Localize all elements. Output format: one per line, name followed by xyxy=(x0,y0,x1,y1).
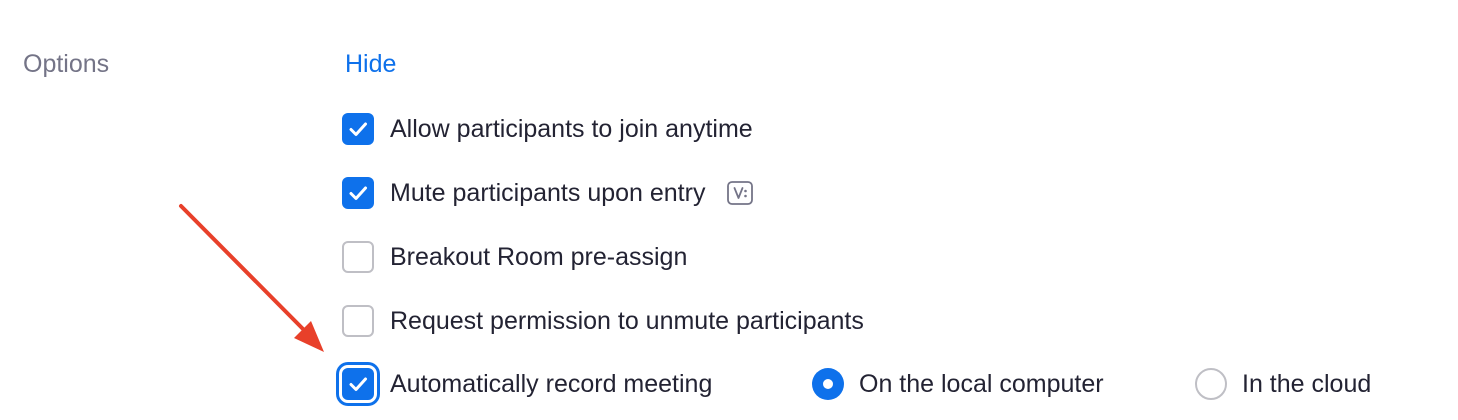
allow-join-anytime-label: Allow participants to join anytime xyxy=(390,115,753,143)
option-mute-upon-entry[interactable]: Mute participants upon entry xyxy=(342,176,754,210)
breakout-pre-assign-label: Breakout Room pre-assign xyxy=(390,243,688,271)
option-request-unmute-permission[interactable]: Request permission to unmute participant… xyxy=(342,304,864,338)
option-breakout-pre-assign[interactable]: Breakout Room pre-assign xyxy=(342,240,687,274)
allow-join-anytime-checkbox[interactable] xyxy=(342,113,374,145)
record-cloud-option[interactable]: In the cloud xyxy=(1195,367,1371,401)
auto-record-meeting-label: Automatically record meeting xyxy=(390,370,713,398)
record-cloud-label: In the cloud xyxy=(1242,370,1372,398)
record-local-option[interactable]: On the local computer xyxy=(812,367,1104,401)
record-local-label: On the local computer xyxy=(859,370,1104,398)
video-tutorial-icon[interactable] xyxy=(726,179,754,207)
mute-upon-entry-checkbox[interactable] xyxy=(342,177,374,209)
options-section-label: Options xyxy=(23,50,110,78)
breakout-pre-assign-checkbox[interactable] xyxy=(342,241,374,273)
checkmark-icon xyxy=(349,377,367,391)
mute-upon-entry-label: Mute participants upon entry xyxy=(390,179,706,207)
red-arrow-icon xyxy=(179,204,324,352)
meeting-options-panel: Options Hide Allow participants to join … xyxy=(0,0,1458,420)
record-cloud-radio[interactable] xyxy=(1195,368,1227,400)
option-auto-record-meeting[interactable]: Automatically record meeting xyxy=(342,367,712,401)
request-unmute-permission-label: Request permission to unmute participant… xyxy=(390,307,864,335)
option-allow-join-anytime[interactable]: Allow participants to join anytime xyxy=(342,112,753,146)
checkmark-icon xyxy=(349,122,367,136)
record-local-radio[interactable] xyxy=(812,368,844,400)
auto-record-meeting-checkbox[interactable] xyxy=(342,368,374,400)
checkmark-icon xyxy=(349,186,367,200)
hide-options-link[interactable]: Hide xyxy=(345,48,396,80)
request-unmute-permission-checkbox[interactable] xyxy=(342,305,374,337)
